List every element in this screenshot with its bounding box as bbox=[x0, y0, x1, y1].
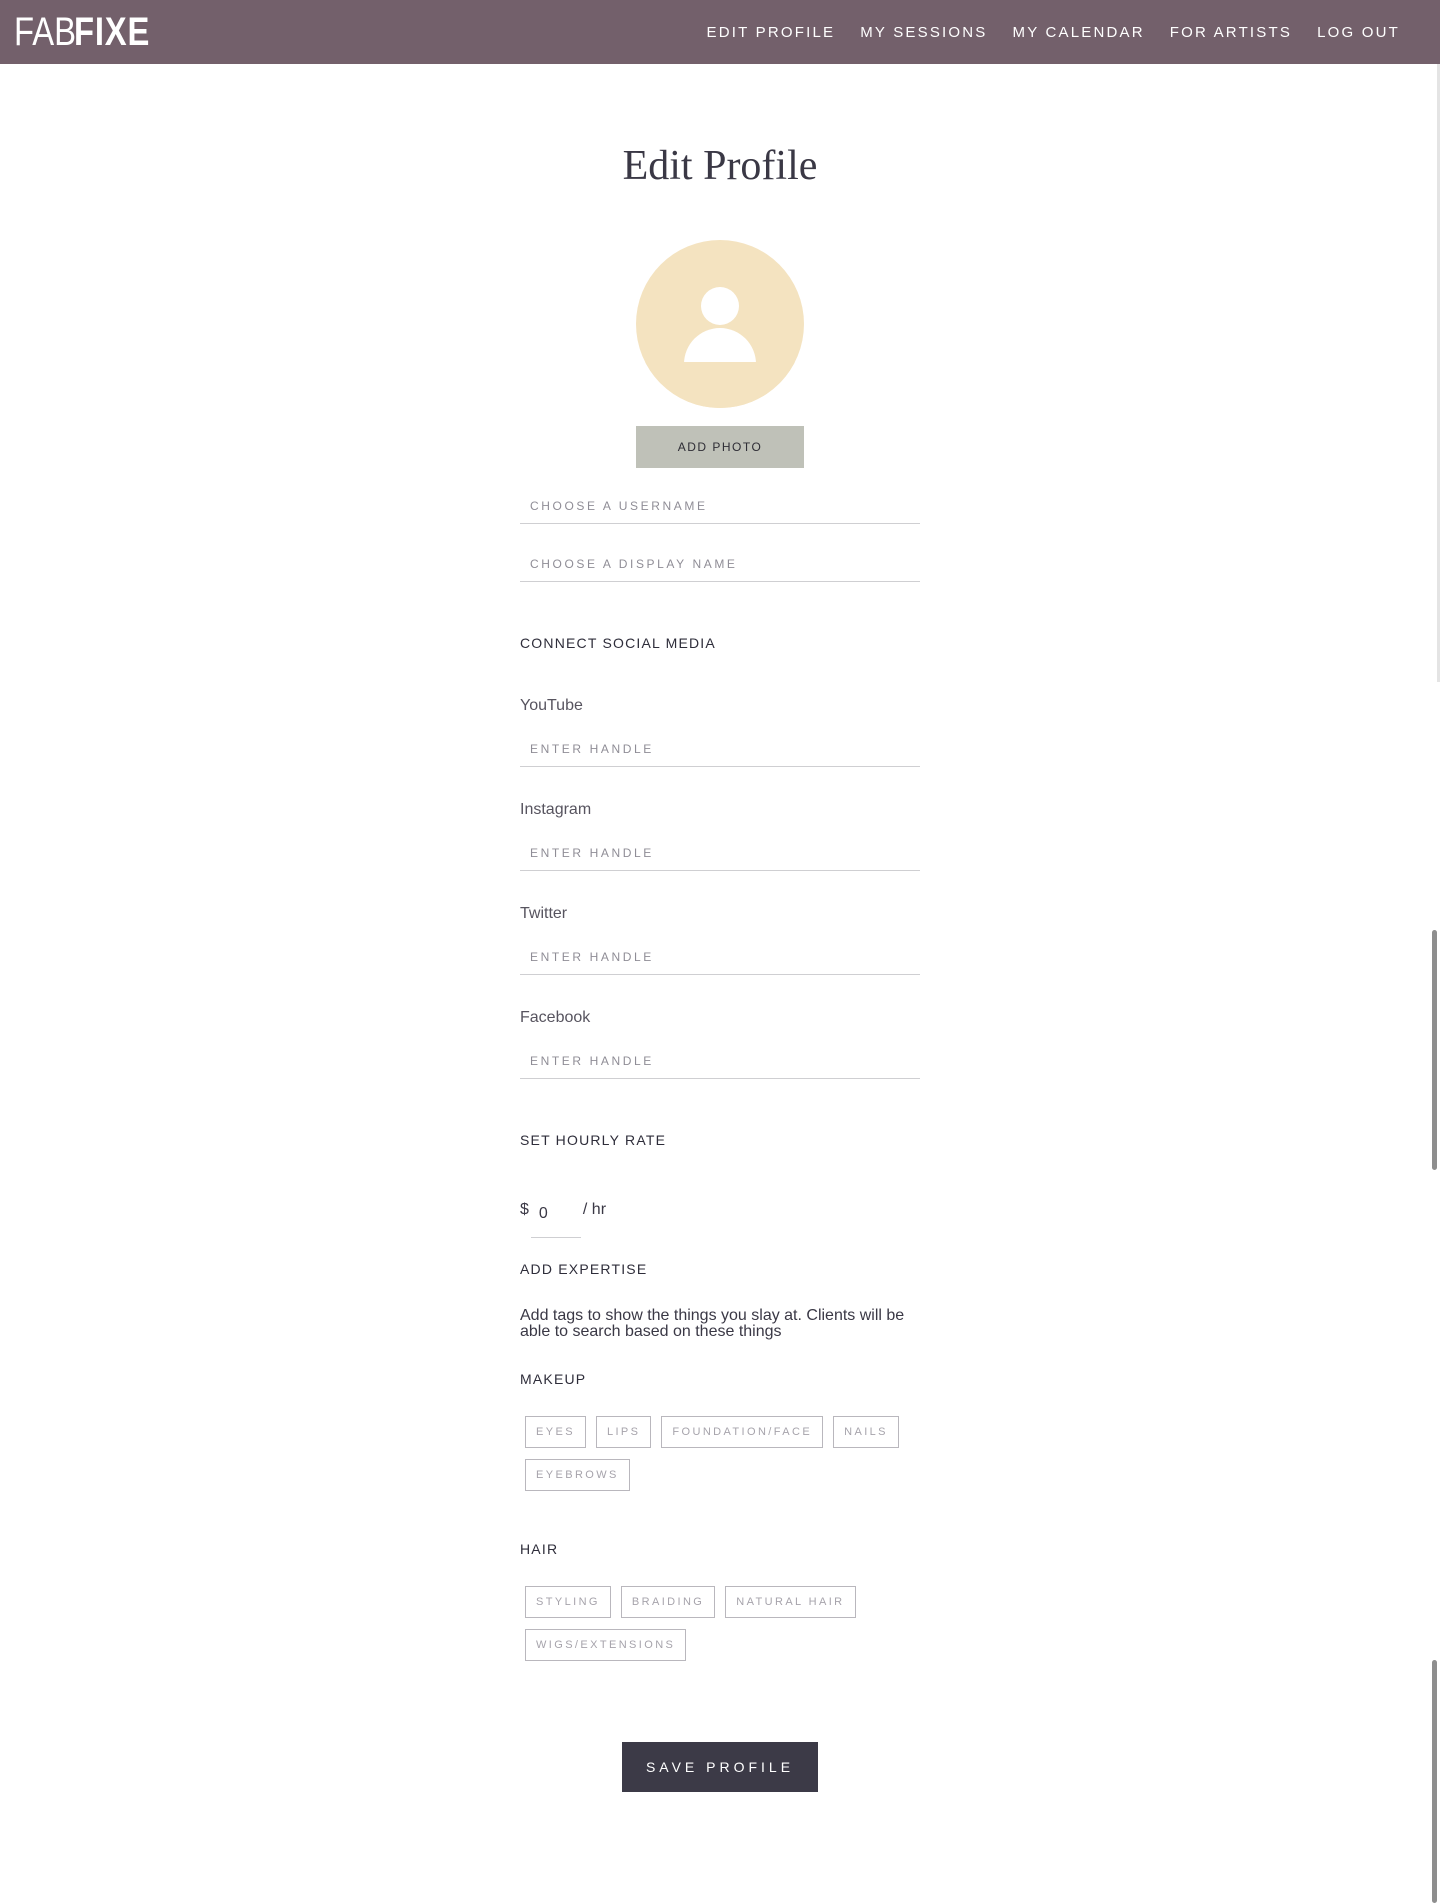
add-expertise-heading: ADD EXPERTISE bbox=[520, 1261, 648, 1277]
currency-symbol: $ bbox=[520, 1201, 529, 1218]
scrollbar-thumb[interactable] bbox=[1432, 930, 1437, 1170]
scrollbar-thumb-lower[interactable] bbox=[1432, 1660, 1437, 1903]
main-nav: EDIT PROFILE MY SESSIONS MY CALENDAR FOR… bbox=[682, 24, 1400, 41]
fabfixe-logo[interactable]: FAB FIXE bbox=[14, 0, 167, 64]
expertise-help-text: Add tags to show the things you slay at.… bbox=[520, 1307, 905, 1340]
tag-lips[interactable]: LIPS bbox=[595, 1416, 652, 1448]
facebook-label: Facebook bbox=[520, 1009, 591, 1026]
logo-fab-text: FAB bbox=[14, 9, 76, 54]
nav-edit-profile[interactable]: EDIT PROFILE bbox=[707, 24, 836, 41]
twitter-handle-input[interactable] bbox=[520, 939, 920, 974]
twitter-label: Twitter bbox=[520, 905, 568, 922]
youtube-field-wrap bbox=[520, 731, 920, 767]
instagram-label: Instagram bbox=[520, 801, 592, 818]
nav-my-calendar[interactable]: MY CALENDAR bbox=[1013, 24, 1145, 41]
username-field-wrap bbox=[520, 488, 920, 524]
tag-foundation-face[interactable]: FOUNDATION/FACE bbox=[661, 1416, 824, 1448]
tag-eyebrows[interactable]: EYEBROWS bbox=[525, 1459, 630, 1491]
hourly-rate-row: $ / hr bbox=[520, 1195, 607, 1238]
username-input[interactable] bbox=[520, 488, 920, 523]
display-name-input[interactable] bbox=[520, 546, 920, 581]
tag-eyes[interactable]: EYES bbox=[525, 1416, 586, 1448]
hair-tag-list: STYLING BRAIDING NATURAL HAIR WIGS/EXTEN… bbox=[525, 1586, 920, 1672]
youtube-label: YouTube bbox=[520, 697, 583, 714]
facebook-field-wrap bbox=[520, 1043, 920, 1079]
connect-social-heading: CONNECT SOCIAL MEDIA bbox=[520, 635, 716, 651]
tag-nails[interactable]: NAILS bbox=[833, 1416, 899, 1448]
facebook-handle-input[interactable] bbox=[520, 1043, 920, 1078]
avatar-head bbox=[701, 287, 739, 325]
user-silhouette-icon[interactable] bbox=[636, 240, 804, 408]
hourly-rate-heading: SET HOURLY RATE bbox=[520, 1132, 667, 1148]
hair-group-heading: HAIR bbox=[520, 1541, 559, 1557]
tag-natural-hair[interactable]: NATURAL HAIR bbox=[725, 1586, 856, 1618]
makeup-tag-list: EYES LIPS FOUNDATION/FACE NAILS EYEBROWS bbox=[525, 1416, 920, 1502]
makeup-group-heading: MAKEUP bbox=[520, 1371, 587, 1387]
top-navigation-bar: FAB FIXE EDIT PROFILE MY SESSIONS MY CAL… bbox=[0, 0, 1440, 64]
display-name-field-wrap bbox=[520, 546, 920, 582]
nav-my-sessions[interactable]: MY SESSIONS bbox=[860, 24, 987, 41]
youtube-handle-input[interactable] bbox=[520, 731, 920, 766]
twitter-field-wrap bbox=[520, 939, 920, 975]
nav-for-artists[interactable]: FOR ARTISTS bbox=[1170, 24, 1292, 41]
instagram-handle-input[interactable] bbox=[520, 835, 920, 870]
rate-unit-label: / hr bbox=[582, 1201, 607, 1218]
hourly-rate-input[interactable] bbox=[530, 1198, 581, 1230]
rate-input-wrap bbox=[530, 1198, 581, 1238]
tag-braiding[interactable]: BRAIDING bbox=[620, 1586, 716, 1618]
logo-fixe-text: FIXE bbox=[74, 9, 151, 54]
tag-styling[interactable]: STYLING bbox=[525, 1586, 611, 1618]
nav-log-out[interactable]: LOG OUT bbox=[1317, 24, 1400, 41]
page-title: Edit Profile bbox=[622, 143, 818, 189]
tag-wigs-extensions[interactable]: WIGS/EXTENSIONS bbox=[525, 1629, 687, 1661]
save-profile-button[interactable]: SAVE PROFILE bbox=[622, 1742, 818, 1792]
add-photo-button[interactable]: ADD PHOTO bbox=[636, 426, 804, 468]
instagram-field-wrap bbox=[520, 835, 920, 871]
avatar-shoulders-mask bbox=[636, 362, 804, 408]
